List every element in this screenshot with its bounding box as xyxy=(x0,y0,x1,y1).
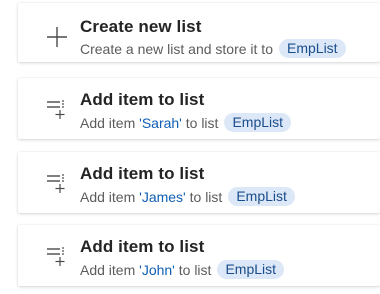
description-text: to list xyxy=(185,114,219,131)
action-card-add-item-to-list[interactable]: Add item to list Add item 'Sarah' to lis… xyxy=(18,78,380,139)
variable-badge[interactable]: EmpList xyxy=(279,39,346,58)
description-text: Add item xyxy=(80,114,136,131)
variable-badge[interactable]: EmpList xyxy=(224,113,292,132)
item-literal: 'James' xyxy=(139,188,186,205)
add-list-item-icon xyxy=(47,247,65,266)
add-list-item-icon xyxy=(47,100,65,119)
variable-badge[interactable]: EmpList xyxy=(217,260,285,279)
flow-designer: Create new list Create a new list and st… xyxy=(0,0,380,294)
variable-badge[interactable]: EmpList xyxy=(228,187,295,206)
action-card-create-new-list[interactable]: Create new list Create a new list and st… xyxy=(18,3,380,62)
description-text: Add item xyxy=(80,188,136,205)
action-card-add-item-to-list[interactable]: Add item to list Add item 'James' to lis… xyxy=(18,152,380,213)
action-card-add-item-to-list[interactable]: Add item to list Add item 'John' to list… xyxy=(18,225,380,286)
add-list-item-icon xyxy=(47,174,65,193)
action-description: Add item 'John' to list EmpList xyxy=(80,260,285,279)
action-description: Add item 'James' to list EmpList xyxy=(80,187,295,206)
action-description: Add item 'Sarah' to list EmpList xyxy=(80,113,292,132)
action-title: Add item to list xyxy=(80,90,205,109)
description-text: to list xyxy=(178,261,212,278)
action-title: Create new list xyxy=(80,17,202,36)
item-literal: 'Sarah' xyxy=(139,114,182,131)
item-literal: 'John' xyxy=(139,261,175,278)
action-description: Create a new list and store it to EmpLis… xyxy=(80,39,346,58)
plus-icon xyxy=(47,27,67,47)
description-text: to list xyxy=(189,188,223,205)
description-text: Create a new list and store it to xyxy=(80,40,273,57)
description-text: Add item xyxy=(80,261,136,278)
action-title: Add item to list xyxy=(80,237,205,256)
action-title: Add item to list xyxy=(80,164,205,183)
